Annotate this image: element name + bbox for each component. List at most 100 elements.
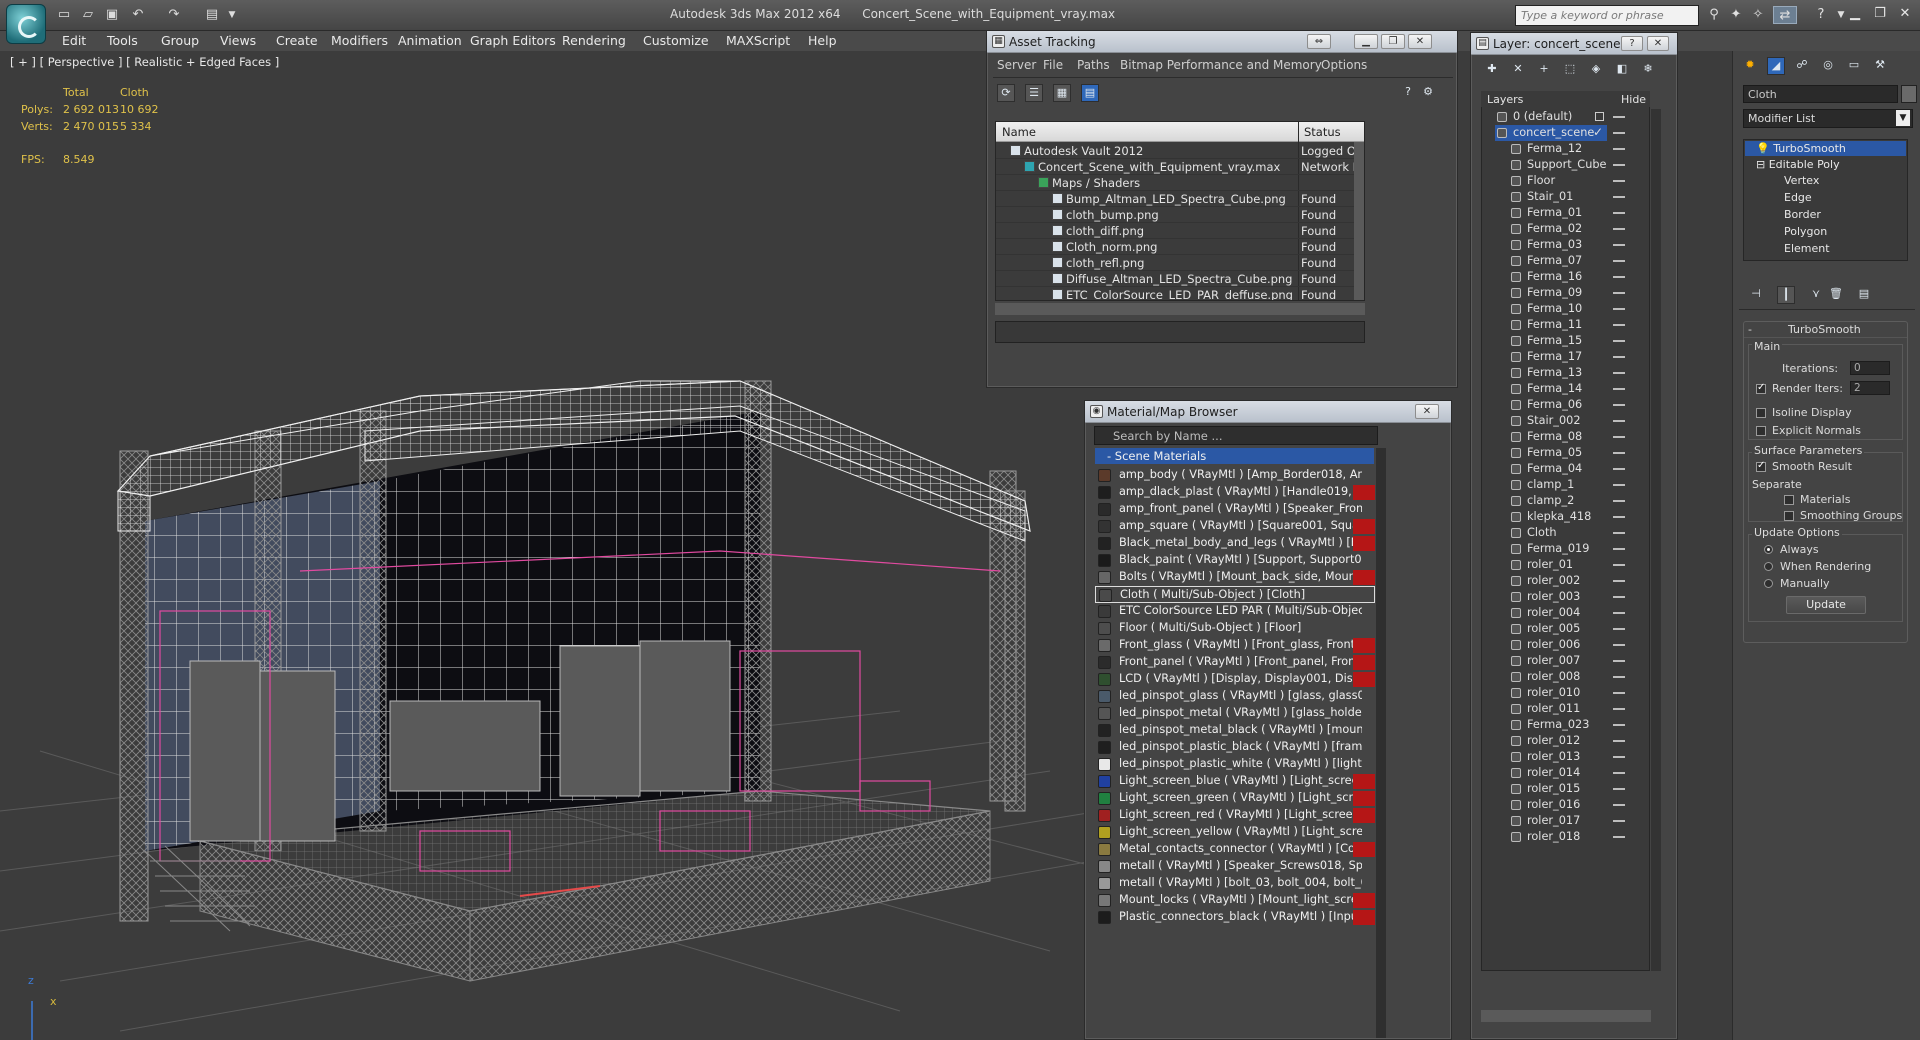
layer-object-row[interactable]: Ferma_02: [1481, 221, 1631, 237]
layer-close-button[interactable]: ✕: [1647, 36, 1669, 51]
menu-views[interactable]: Views: [220, 33, 256, 48]
hide-toggle[interactable]: [1613, 740, 1625, 742]
menu-group[interactable]: Group: [161, 33, 199, 48]
layer-object-row[interactable]: roler_004: [1481, 605, 1631, 621]
material-browser-close-button[interactable]: ✕: [1415, 404, 1439, 419]
set-current-layer-icon[interactable]: [1595, 112, 1604, 121]
render-iters-checkbox[interactable]: [1756, 382, 1766, 394]
hide-toggle[interactable]: [1613, 564, 1625, 566]
hide-toggle[interactable]: [1613, 260, 1625, 262]
material-browser-scrollbar[interactable]: [1376, 448, 1386, 1038]
material-row[interactable]: Front_glass ( VRayMtl ) [Front_glass, Fr…: [1095, 637, 1375, 654]
layer-object-row[interactable]: roler_018: [1481, 829, 1631, 845]
menu-help[interactable]: Help: [808, 33, 837, 48]
hide-toggle[interactable]: [1613, 148, 1625, 150]
menu-graph-editors[interactable]: Graph Editors: [470, 33, 556, 48]
asset-row[interactable]: ETC_ColorSource_LED_PAR_deffuse.png Found: [996, 287, 1356, 300]
exchange-icon[interactable]: ⇄: [1773, 6, 1797, 24]
material-row[interactable]: Black_metal_body_and_legs ( VRayMtl ) [B…: [1095, 535, 1375, 552]
material-row[interactable]: Plastic_connectors_black ( VRayMtl ) [In…: [1095, 909, 1375, 926]
material-row[interactable]: Mount_locks ( VRayMtl ) [Mount_light_scr…: [1095, 892, 1375, 909]
asset-row[interactable]: Diffuse_Altman_LED_Spectra_Cube.png Found: [996, 271, 1356, 287]
asset-menu-server[interactable]: Server: [997, 58, 1036, 72]
material-row[interactable]: Light_screen_red ( VRayMtl ) [Light_scre…: [1095, 807, 1375, 824]
hide-all-icon[interactable]: ◧: [1613, 61, 1631, 79]
material-row[interactable]: Light_screen_green ( VRayMtl ) [Light_sc…: [1095, 790, 1375, 807]
layer-object-row[interactable]: Ferma_15: [1481, 333, 1631, 349]
isoline-display-checkbox[interactable]: [1756, 408, 1766, 418]
asset-row[interactable]: Bump_Altman_LED_Spectra_Cube.png Found: [996, 191, 1356, 207]
hide-toggle[interactable]: [1613, 244, 1625, 246]
object-name-input[interactable]: Cloth: [1743, 85, 1898, 103]
layer-object-row[interactable]: Ferma_10: [1481, 301, 1631, 317]
open-file-icon[interactable]: ▱: [80, 7, 96, 23]
update-button[interactable]: Update: [1786, 596, 1866, 614]
layer-object-row[interactable]: Ferma_04: [1481, 461, 1631, 477]
hide-toggle[interactable]: [1613, 132, 1625, 134]
asset-path-field[interactable]: [995, 321, 1365, 343]
modifier-list-dropdown[interactable]: Modifier List ▼: [1743, 109, 1913, 128]
layer-object-row[interactable]: roler_003: [1481, 589, 1631, 605]
hide-toggle[interactable]: [1613, 292, 1625, 294]
asset-maximize-button[interactable]: ❐: [1381, 34, 1405, 49]
freeze-all-icon[interactable]: ❄: [1639, 61, 1657, 79]
layer-object-row[interactable]: Ferma_08: [1481, 429, 1631, 445]
hide-toggle[interactable]: [1613, 356, 1625, 358]
material-row[interactable]: amp_square ( VRayMtl ) [Square001, Squar…: [1095, 518, 1375, 535]
hide-toggle[interactable]: [1613, 596, 1625, 598]
show-end-result-icon[interactable]: ┃: [1777, 286, 1795, 304]
customize-dropdown-icon[interactable]: ▼: [224, 7, 240, 23]
layer-object-row[interactable]: Ferma_13: [1481, 365, 1631, 381]
hierarchy-tab-icon[interactable]: ☍: [1793, 57, 1811, 75]
asset-dock-button[interactable]: ⇔: [1307, 34, 1331, 49]
asset-menu-file[interactable]: File: [1043, 58, 1063, 72]
hide-toggle[interactable]: [1613, 836, 1625, 838]
hide-toggle[interactable]: [1613, 404, 1625, 406]
layer-object-row[interactable]: roler_017: [1481, 813, 1631, 829]
remove-modifier-icon[interactable]: 🗑: [1827, 286, 1845, 304]
layer-object-row[interactable]: Ferma_16: [1481, 269, 1631, 285]
layer-object-row[interactable]: clamp_1: [1481, 477, 1631, 493]
hide-toggle[interactable]: [1613, 708, 1625, 710]
layer-object-row[interactable]: roler_012: [1481, 733, 1631, 749]
hide-toggle[interactable]: [1613, 324, 1625, 326]
layer-object-row[interactable]: roler_011: [1481, 701, 1631, 717]
explicit-normals-checkbox[interactable]: [1756, 426, 1766, 436]
asset-row[interactable]: cloth_bump.png Found: [996, 207, 1356, 223]
stack-item-editable-poly[interactable]: ⊟ Editable Poly: [1756, 158, 1840, 171]
layer-object-row[interactable]: Ferma_14: [1481, 381, 1631, 397]
layer-object-row[interactable]: Floor: [1481, 173, 1631, 189]
asset-menu-bitmap-performance[interactable]: Bitmap Performance and Memory: [1120, 58, 1322, 72]
create-tab-icon[interactable]: ✹: [1741, 57, 1759, 75]
chevron-down-icon[interactable]: ▼: [1896, 110, 1910, 126]
list-view-icon[interactable]: ☰: [1025, 84, 1043, 102]
menu-edit[interactable]: Edit: [62, 33, 86, 48]
configure-sets-icon[interactable]: ▤: [1855, 286, 1873, 304]
layer-object-row[interactable]: Ferma_07: [1481, 253, 1631, 269]
binoculars-icon[interactable]: ⚲: [1705, 6, 1723, 24]
layer-help-button[interactable]: ?: [1621, 36, 1643, 51]
material-row[interactable]: led_pinspot_plastic_white ( VRayMtl ) [l…: [1095, 756, 1375, 773]
communication-icon[interactable]: ✧: [1749, 6, 1767, 24]
iterations-spinner[interactable]: 0: [1850, 361, 1890, 375]
layer-object-row[interactable]: roler_010: [1481, 685, 1631, 701]
layer-object-row[interactable]: roler_008: [1481, 669, 1631, 685]
layer-object-row[interactable]: Ferma_023: [1481, 717, 1631, 733]
subscription-icon[interactable]: ✦: [1727, 6, 1745, 24]
hide-toggle[interactable]: [1613, 676, 1625, 678]
stack-item-polygon[interactable]: Polygon: [1784, 225, 1827, 238]
search-input[interactable]: Type a keyword or phrase: [1515, 5, 1699, 26]
menu-customize[interactable]: Customize: [643, 33, 709, 48]
turbosmooth-rollout-header[interactable]: - TurboSmooth: [1744, 322, 1907, 338]
object-color-swatch[interactable]: [1901, 85, 1917, 103]
stack-item-element[interactable]: Element: [1784, 242, 1830, 255]
highlight-layer-icon[interactable]: ◈: [1587, 61, 1605, 79]
hide-toggle[interactable]: [1613, 180, 1625, 182]
hide-toggle[interactable]: [1613, 196, 1625, 198]
hide-toggle[interactable]: [1613, 612, 1625, 614]
undo-icon[interactable]: ↶: [130, 7, 146, 23]
viewport-label[interactable]: [ + ] [ Perspective ] [ Realistic + Edge…: [10, 55, 279, 69]
layer-object-row[interactable]: Ferma_01: [1481, 205, 1631, 221]
layer-object-row[interactable]: roler_013: [1481, 749, 1631, 765]
material-row[interactable]: led_pinspot_glass ( VRayMtl ) [glass, gl…: [1095, 688, 1375, 705]
